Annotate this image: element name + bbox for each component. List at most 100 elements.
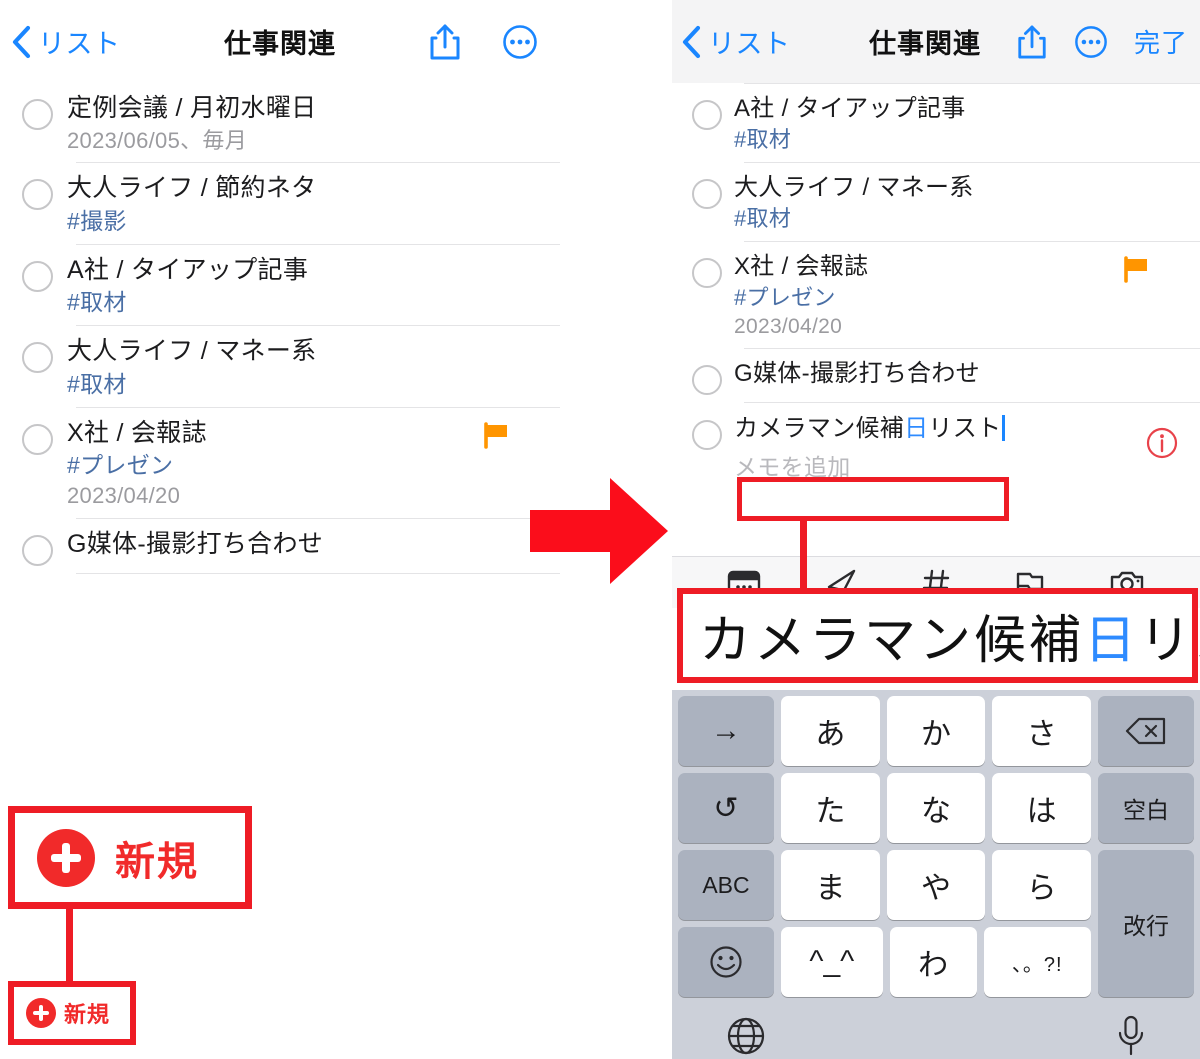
reminder-tag[interactable]: #取材 xyxy=(67,287,542,318)
done-button[interactable]: 完了 xyxy=(1134,23,1188,60)
complete-toggle-circle[interactable] xyxy=(692,257,722,288)
table-row[interactable]: 大人ライフ / マネー系 #取材 xyxy=(672,163,1200,241)
callout-connector-line xyxy=(66,909,73,981)
delete-icon[interactable] xyxy=(1098,696,1195,766)
screenshot-root: リスト 仕事関連 定例会議 / 月初水曜日 2023/06/05、毎月 大人ライ… xyxy=(0,0,1200,1059)
back-to-lists-button[interactable]: リスト xyxy=(680,22,791,61)
memo-field-placeholder[interactable]: メモを追加 xyxy=(734,448,1200,482)
reminder-tag[interactable]: #取材 xyxy=(734,204,1182,234)
row-content: 大人ライフ / マネー系 #取材 xyxy=(67,335,560,400)
right-navbar-actions: 完了 xyxy=(1016,23,1188,61)
complete-toggle-circle[interactable] xyxy=(22,423,53,455)
complete-toggle-circle[interactable] xyxy=(22,342,53,374)
key-na[interactable]: な xyxy=(886,773,986,843)
info-circle-icon[interactable] xyxy=(1146,427,1178,459)
reminder-title: G媒体-撮影打ち合わせ xyxy=(67,530,324,559)
typed-text-tail: リスト xyxy=(928,414,1002,442)
left-page-title: 仕事関連 xyxy=(224,29,336,59)
reminder-title: 定例会議 / 月初水曜日 xyxy=(67,94,317,122)
table-row[interactable]: X社 / 会報誌 #プレゼン 2023/04/20 xyxy=(0,408,560,518)
keyboard-row-2: ↺ た な は 空白 xyxy=(678,773,1195,843)
keyboard-bottom-bar xyxy=(678,997,1194,1059)
key-abc[interactable]: ABC xyxy=(678,850,774,920)
key-undo[interactable]: ↺ xyxy=(678,773,774,843)
complete-toggle-circle[interactable] xyxy=(22,179,53,211)
key-a[interactable]: あ xyxy=(781,696,880,766)
table-row[interactable]: 大人ライフ / 節約ネタ #撮影 xyxy=(0,163,560,244)
reminder-title: 大人ライフ / 節約ネタ xyxy=(67,174,317,203)
table-row[interactable]: G媒体-撮影打ち合わせ xyxy=(672,349,1200,402)
complete-toggle-circle[interactable] xyxy=(692,100,722,130)
left-navbar-actions xyxy=(428,22,538,62)
table-row[interactable]: 定例会議 / 月初水曜日 2023/06/05、毎月 xyxy=(0,83,560,162)
key-kaomoji[interactable]: ^_^ xyxy=(781,927,883,997)
magnified-text-tail: リスト xyxy=(1139,612,1200,670)
table-row[interactable]: A社 / タイアップ記事 #取材 xyxy=(0,245,560,326)
key-wa[interactable]: わ xyxy=(889,927,977,997)
key-punctuation[interactable]: 、。?! xyxy=(983,927,1092,997)
typed-text-magnified-callout: カメラマン候補日リスト xyxy=(677,588,1200,683)
ellipsis-circle-icon[interactable] xyxy=(502,24,538,60)
ellipsis-circle-icon[interactable] xyxy=(1074,25,1108,59)
table-row[interactable]: G媒体-撮影打ち合わせ xyxy=(0,519,560,573)
row-content: X社 / 会報誌 #プレゼン 2023/04/20 xyxy=(734,251,1200,341)
row-content: G媒体-撮影打ち合わせ xyxy=(734,358,1200,390)
reminder-title: X社 / 会報誌 xyxy=(734,252,869,280)
right-arrow-icon xyxy=(530,478,668,584)
reminder-title: A社 / タイアップ記事 xyxy=(734,95,966,122)
key-ya[interactable]: や xyxy=(886,850,986,920)
complete-toggle-circle[interactable] xyxy=(22,535,53,567)
reminder-tag[interactable]: #取材 xyxy=(67,369,542,400)
new-button-highlight[interactable]: 新規 xyxy=(8,981,136,1045)
table-row[interactable]: X社 / 会報誌 #プレゼン 2023/04/20 xyxy=(672,242,1200,348)
reminder-tag[interactable]: #取材 xyxy=(734,125,1182,155)
japanese-kana-keyboard: → あ か さ ↺ た な は 空白 ABC ま や ら ^_^ わ 、。?! … xyxy=(672,690,1200,1059)
reminder-tag[interactable]: #プレゼン xyxy=(67,450,542,481)
reminder-tag[interactable]: #撮影 xyxy=(67,206,542,237)
key-ta[interactable]: た xyxy=(781,773,880,843)
key-ma[interactable]: ま xyxy=(781,850,880,920)
typed-text-converting: 日 xyxy=(904,414,929,442)
share-icon[interactable] xyxy=(428,22,462,62)
magnified-text-converting: 日 xyxy=(1084,612,1140,670)
emoji-key-icon xyxy=(710,946,742,978)
key-ha[interactable]: は xyxy=(992,773,1092,843)
keyboard-row-4: ^_^ わ 、。?! xyxy=(781,927,1092,997)
chevron-left-icon xyxy=(682,25,701,58)
table-row[interactable]: 大人ライフ / マネー系 #取材 xyxy=(0,326,560,407)
plus-circle-icon xyxy=(26,998,56,1028)
complete-toggle-circle[interactable] xyxy=(22,99,53,130)
complete-toggle-circle[interactable] xyxy=(692,419,722,450)
keyboard-lower-right-column: 改行 xyxy=(1098,850,1194,997)
complete-toggle-circle[interactable] xyxy=(692,364,722,395)
back-button-label: リスト xyxy=(38,29,121,59)
key-cursor-right[interactable]: → xyxy=(678,696,774,766)
reminder-date: 2023/06/05、毎月 xyxy=(67,127,248,153)
left-navigation-bar: リスト 仕事関連 xyxy=(0,0,560,83)
right-reminder-list: A社 / タイアップ記事 #取材 大人ライフ / マネー系 #取材 X社 / 会… xyxy=(672,83,1200,483)
back-button-label: リスト xyxy=(708,29,791,59)
magnified-text: カメラマン候補日リスト xyxy=(699,598,1200,673)
chevron-left-icon xyxy=(12,25,31,58)
flag-icon xyxy=(484,422,507,449)
share-icon[interactable] xyxy=(1016,23,1048,61)
key-enter[interactable]: 改行 xyxy=(1098,850,1194,997)
table-row[interactable]: A社 / タイアップ記事 #取材 xyxy=(672,84,1200,162)
complete-toggle-circle[interactable] xyxy=(22,260,53,292)
complete-toggle-circle[interactable] xyxy=(692,178,722,209)
key-ka[interactable]: か xyxy=(886,696,986,766)
row-content: A社 / タイアップ記事 #取材 xyxy=(734,93,1200,155)
editing-reminder-row[interactable]: カメラマン候補日リスト メモを追加 xyxy=(672,403,1200,482)
reminder-tag[interactable]: #プレゼン xyxy=(734,283,1182,313)
reminder-title: 大人ライフ / マネー系 xyxy=(67,337,317,366)
delete-key-icon xyxy=(1125,717,1166,745)
key-ra[interactable]: ら xyxy=(992,850,1092,920)
microphone-icon[interactable] xyxy=(1116,1014,1146,1058)
row-content: X社 / 会報誌 #プレゼン 2023/04/20 xyxy=(67,417,560,511)
globe-icon[interactable] xyxy=(726,1016,766,1056)
emoji-icon[interactable] xyxy=(678,927,774,997)
key-space[interactable]: 空白 xyxy=(1098,773,1195,843)
back-to-lists-button[interactable]: リスト xyxy=(10,22,121,61)
reminder-title-input[interactable]: カメラマン候補日リスト xyxy=(734,413,1200,444)
key-sa[interactable]: さ xyxy=(992,696,1092,766)
